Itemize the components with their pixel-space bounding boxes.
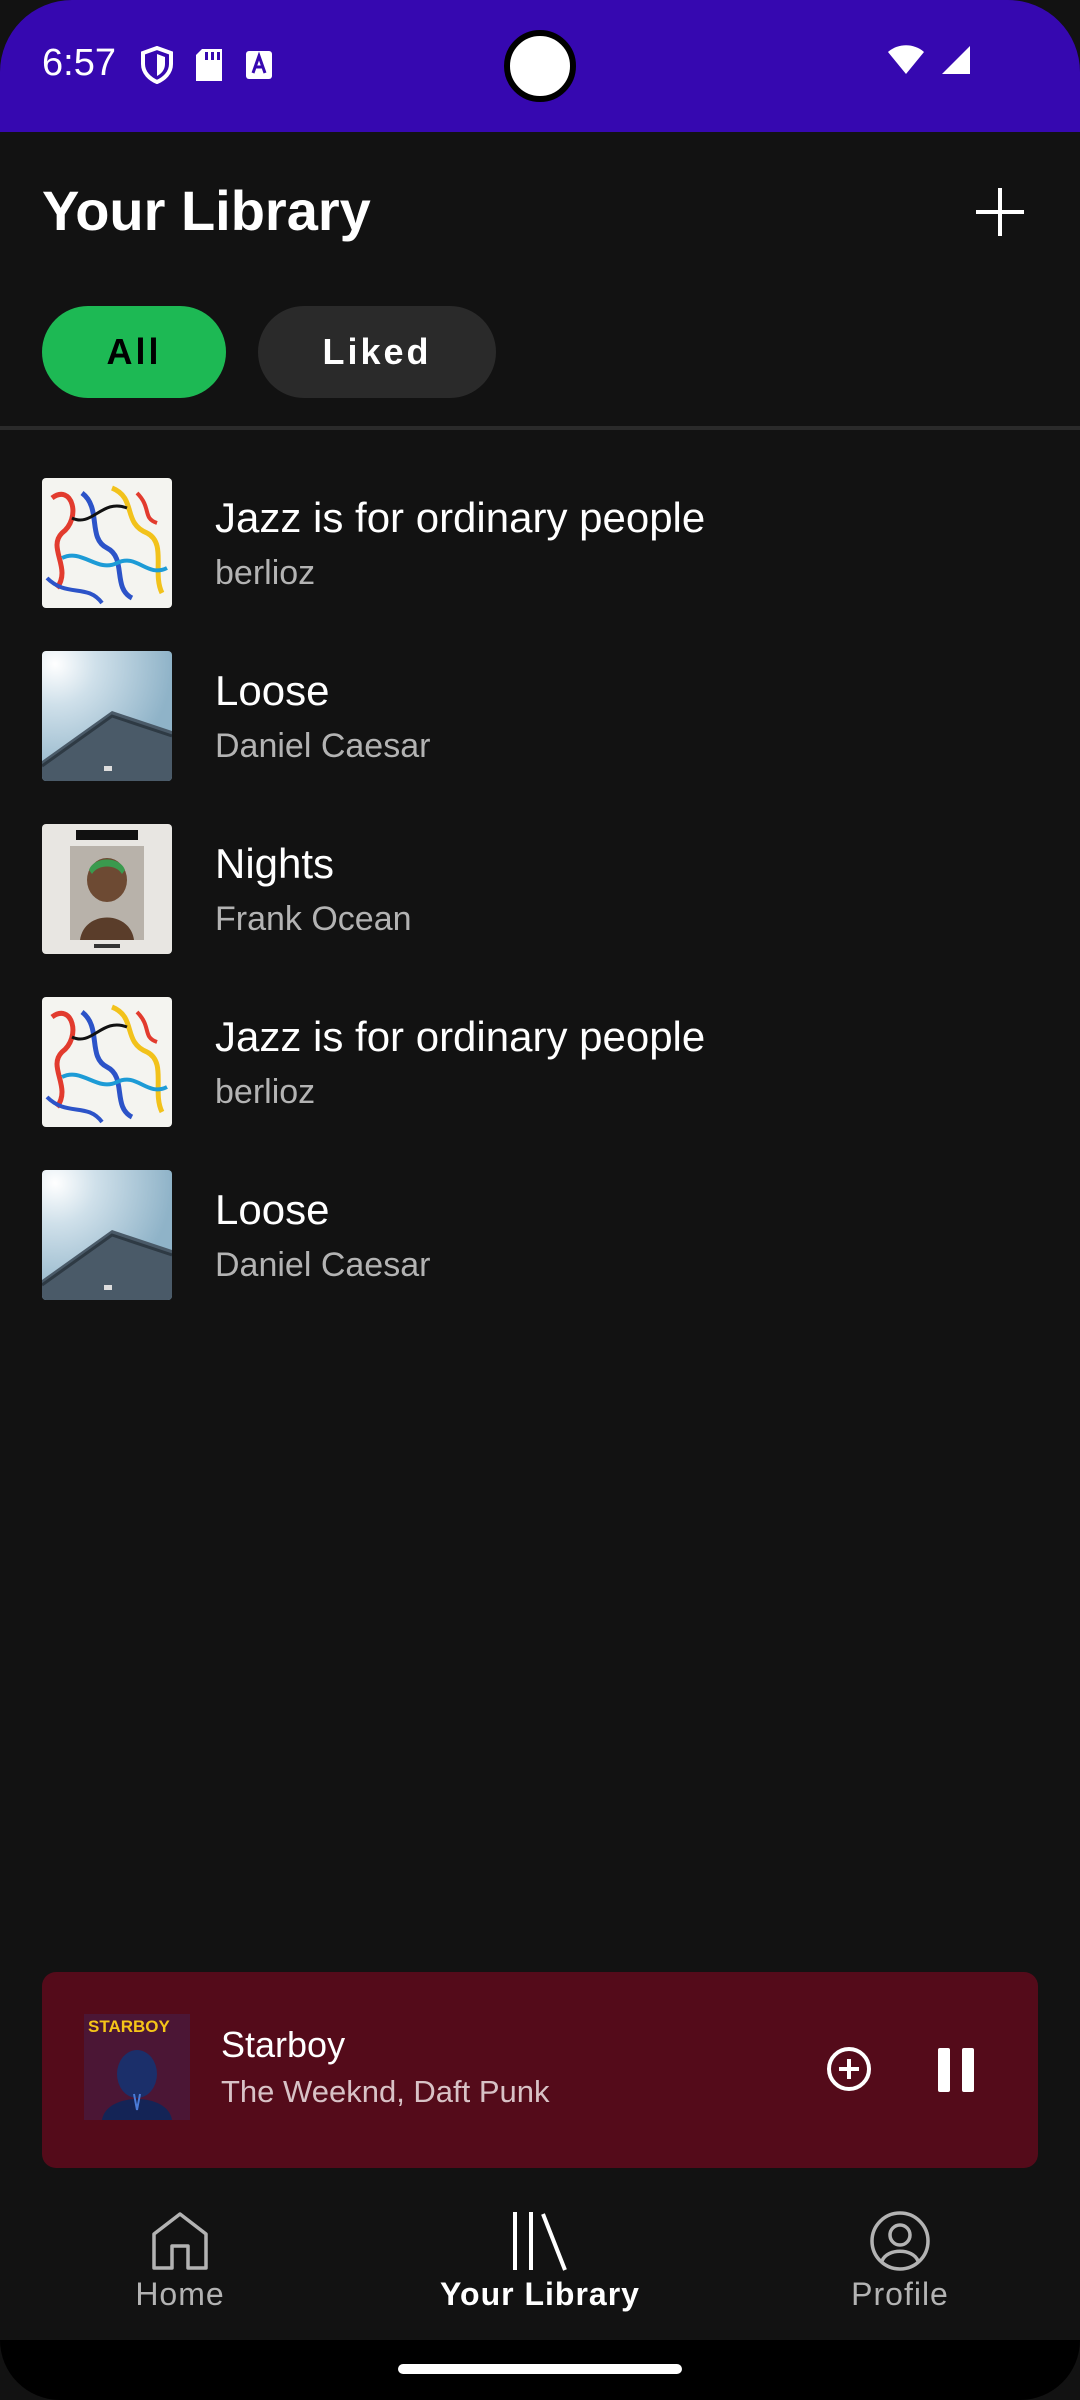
library-list: Jazz is for ordinary people berlioz Loos… bbox=[0, 460, 1080, 1325]
item-title: Jazz is for ordinary people bbox=[215, 1013, 706, 1060]
item-subtitle: Daniel Caesar bbox=[215, 727, 431, 765]
add-to-library-button[interactable] bbox=[824, 2044, 874, 2094]
home-gesture-bar[interactable] bbox=[398, 2364, 682, 2374]
accessibility-a-icon bbox=[244, 49, 274, 81]
profile-icon bbox=[870, 2211, 930, 2271]
nav-label-profile: Profile bbox=[851, 2276, 949, 2312]
plus-icon bbox=[976, 188, 1024, 236]
status-notification-icons bbox=[140, 46, 274, 84]
blond-cover-art bbox=[42, 824, 172, 954]
library-header: Your Library bbox=[0, 132, 1080, 292]
nav-label-your-library: Your Library bbox=[440, 2276, 640, 2312]
cover-lettering: STARBOY bbox=[88, 2017, 171, 2036]
list-item[interactable]: Loose Daniel Caesar bbox=[0, 633, 1080, 806]
item-title: Jazz is for ordinary people bbox=[215, 494, 706, 541]
list-item[interactable]: Jazz is for ordinary people berlioz bbox=[0, 460, 1080, 633]
divider bbox=[0, 426, 1080, 430]
pause-icon bbox=[938, 2048, 974, 2092]
status-time: 6:57 bbox=[42, 42, 116, 84]
home-icon bbox=[152, 2212, 208, 2270]
now-playing-artist: The Weeknd, Daft Punk bbox=[221, 2074, 550, 2109]
now-playing-title: Starboy bbox=[221, 2024, 346, 2065]
signal-icon bbox=[938, 44, 972, 81]
now-playing-bar[interactable]: STARBOY Starboy The Weeknd, Daft Punk bbox=[42, 1972, 1038, 2168]
item-title: Nights bbox=[215, 840, 335, 887]
chip-all[interactable]: All bbox=[42, 306, 226, 398]
jazz-cover-art bbox=[42, 478, 172, 608]
item-title: Loose bbox=[215, 1186, 330, 1233]
list-item[interactable]: Jazz is for ordinary people berlioz bbox=[0, 979, 1080, 1152]
chip-liked[interactable]: Liked bbox=[258, 306, 496, 398]
add-circle-icon bbox=[827, 2047, 871, 2091]
filter-chips: All Liked bbox=[42, 306, 496, 398]
phone-screen: 6:57 Your Library All Liked Jazz is for … bbox=[0, 0, 1080, 2400]
loose-cover-art bbox=[42, 1170, 172, 1300]
status-bar: 6:57 bbox=[0, 0, 1080, 132]
status-system-icons bbox=[886, 44, 972, 81]
bottom-navigation: Home Your Library Profile bbox=[0, 2190, 1080, 2340]
nav-home[interactable]: Home bbox=[60, 2210, 300, 2340]
nav-label-home: Home bbox=[135, 2276, 225, 2312]
list-item[interactable]: Loose Daniel Caesar bbox=[0, 1152, 1080, 1325]
shield-icon bbox=[140, 46, 174, 84]
library-icon bbox=[513, 2212, 567, 2271]
wifi-icon bbox=[886, 44, 926, 81]
nav-your-library[interactable]: Your Library bbox=[420, 2210, 660, 2340]
add-button[interactable] bbox=[968, 180, 1032, 244]
item-subtitle: Daniel Caesar bbox=[215, 1246, 431, 1284]
item-subtitle: Frank Ocean bbox=[215, 900, 412, 938]
camera-cutout bbox=[504, 30, 576, 102]
item-title: Loose bbox=[215, 667, 330, 714]
list-item[interactable]: Nights Frank Ocean bbox=[0, 806, 1080, 979]
pause-button[interactable] bbox=[932, 2044, 980, 2096]
item-subtitle: berlioz bbox=[215, 1073, 316, 1111]
nav-profile[interactable]: Profile bbox=[780, 2210, 1020, 2340]
page-title: Your Library bbox=[42, 179, 371, 242]
jazz-cover-art bbox=[42, 997, 172, 1127]
sd-card-icon bbox=[194, 47, 224, 83]
starboy-cover-art: STARBOY bbox=[84, 2014, 190, 2120]
item-subtitle: berlioz bbox=[215, 554, 316, 592]
loose-cover-art bbox=[42, 651, 172, 781]
